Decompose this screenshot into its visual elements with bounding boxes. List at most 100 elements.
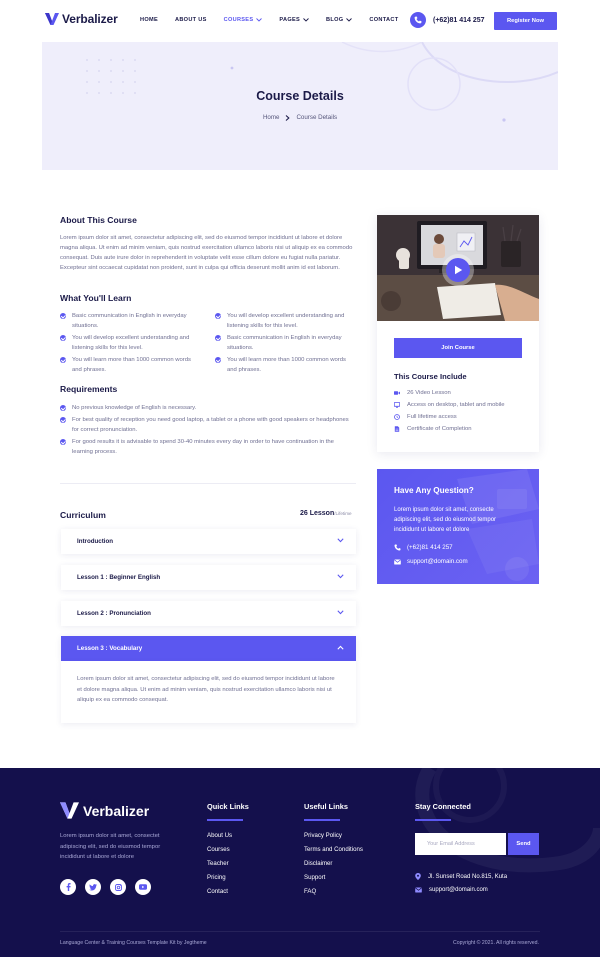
footer-email[interactable]: support@domain.com — [415, 887, 488, 893]
lesson-count: 26 Lesson/Lifetime — [300, 510, 352, 517]
phone-icon — [394, 544, 401, 551]
footer-brand[interactable]: Verbalizer — [60, 801, 149, 820]
page-title: Course Details — [256, 89, 344, 103]
chevron-down-icon — [303, 18, 309, 22]
brand-name: Verbalizer — [62, 12, 118, 26]
chevron-down-icon — [337, 574, 344, 579]
accordion-title: Lesson 3 : Vocabulary — [77, 645, 143, 652]
requirements-list: No previous knowledge of English is nece… — [60, 403, 360, 463]
course-video-thumbnail[interactable] — [377, 215, 539, 321]
logo-mark-icon — [45, 13, 59, 25]
list-item: For good results it is advisable to spen… — [60, 437, 355, 457]
nav-item-about[interactable]: ABOUT US — [175, 17, 207, 23]
newsletter-email-input[interactable]: Your Email Address — [415, 833, 506, 855]
footer-link-faq[interactable]: FAQ — [304, 888, 316, 895]
list-item: You will develop excellent understanding… — [215, 311, 355, 331]
footer-description: Lorem ipsum dolor sit amet, consectet ad… — [60, 833, 161, 860]
stay-connected-heading: Stay Connected — [415, 802, 471, 811]
curriculum-heading: Curriculum — [60, 510, 106, 520]
nav-item-label: ABOUT US — [174, 17, 207, 23]
question-heading: Have Any Question? — [394, 486, 474, 495]
footer-link-courses[interactable]: Courses — [207, 846, 230, 853]
accordion-lesson-introduction[interactable]: Introduction — [61, 529, 356, 554]
main-menu: HOME ABOUT US COURSES PAGES BLOG CONTACT — [140, 17, 415, 23]
check-icon — [60, 417, 66, 423]
nav-item-blog[interactable]: BLOG — [326, 17, 353, 23]
certificate-icon — [394, 426, 400, 432]
top-nav: Verbalizer HOME ABOUT US COURSES PAGES B… — [0, 0, 600, 42]
learn-heading: What You'll Learn — [60, 293, 132, 303]
phone-number: (+62)81 414 257 — [433, 16, 485, 24]
newsletter-send-button[interactable]: Send — [508, 833, 539, 855]
list-item: Basic communication in English in everyd… — [60, 311, 210, 331]
breadcrumb-home[interactable]: Home — [263, 114, 280, 121]
about-text: Lorem ipsum dolor sit amet, consectetur … — [60, 235, 353, 271]
footer-link-pricing[interactable]: Pricing — [207, 874, 226, 881]
check-icon — [60, 357, 66, 363]
footer-link-support[interactable]: Support — [304, 874, 325, 881]
list-item: You will learn more than 1000 common wor… — [215, 355, 355, 375]
check-icon — [60, 439, 66, 445]
list-item: You will learn more than 1000 common wor… — [60, 355, 200, 375]
header-phone[interactable]: (+62)81 414 257 — [410, 12, 485, 28]
check-icon — [215, 313, 221, 319]
accordion-content: Lorem ipsum dolor sit amet, consectetur … — [61, 661, 356, 723]
include-item: Certificate of Completion — [394, 426, 472, 432]
breadcrumb-current: Course Details — [296, 114, 338, 121]
footer-copyright: Copyright © 2021. All rights reserved. — [453, 940, 539, 946]
nav-item-courses[interactable]: COURSES — [224, 17, 263, 23]
footer-link-disclaimer[interactable]: Disclaimer — [304, 860, 332, 867]
footer-link-teacher[interactable]: Teacher — [207, 860, 229, 867]
join-course-button[interactable]: Join Course — [394, 338, 522, 358]
list-item: Basic communication in English in everyd… — [215, 333, 360, 353]
nav-item-label: BLOG — [326, 17, 344, 23]
list-item: You will develop excellent understanding… — [60, 333, 210, 353]
chevron-down-icon — [337, 610, 344, 615]
nav-item-label: PAGES — [279, 17, 301, 23]
nav-item-contact[interactable]: CONTACT — [369, 17, 398, 23]
nav-item-pages[interactable]: PAGES — [279, 17, 309, 23]
requirements-heading: Requirements — [60, 384, 118, 394]
footer-link-contact[interactable]: Contact — [207, 888, 228, 895]
video-icon — [394, 391, 400, 395]
brand-logo[interactable]: Verbalizer — [45, 12, 118, 26]
nav-item-home[interactable]: HOME — [140, 17, 158, 23]
register-button[interactable]: Register Now — [494, 12, 557, 30]
play-button[interactable] — [446, 258, 470, 282]
include-item: 26 Video Lesson — [394, 390, 451, 396]
heading-underline — [415, 819, 451, 821]
check-icon — [60, 405, 66, 411]
footer-link-privacy[interactable]: Privacy Policy — [304, 832, 342, 839]
include-item: Access on desktop, tablet and mobile — [394, 402, 505, 408]
page-hero: Course Details Home Course Details — [42, 42, 558, 170]
instagram-icon[interactable] — [110, 879, 126, 895]
chevron-right-icon — [286, 114, 291, 121]
breadcrumb: Home Course Details — [42, 114, 558, 121]
facebook-icon[interactable] — [60, 879, 76, 895]
list-item: No previous knowledge of English is nece… — [60, 403, 355, 413]
play-icon — [454, 265, 462, 275]
monitor-icon — [394, 402, 400, 408]
mail-icon — [394, 559, 401, 564]
question-text: Lorem ipsum dolor sit amet, consecte adi… — [394, 507, 497, 533]
list-item: For best quality of reception you need g… — [60, 415, 355, 435]
nav-item-label: HOME — [140, 17, 158, 23]
hero-decoration — [86, 42, 558, 122]
location-pin-icon — [415, 873, 421, 880]
twitter-icon[interactable] — [85, 879, 101, 895]
accordion-lesson-1[interactable]: Lesson 1 : Beginner English — [61, 565, 356, 590]
accordion-lesson-3[interactable]: Lesson 3 : Vocabulary — [61, 636, 356, 661]
accordion-lesson-2[interactable]: Lesson 2 : Pronunciation — [61, 601, 356, 626]
nav-item-label: COURSES — [223, 17, 254, 23]
question-phone[interactable]: (+62)81 414 257 — [394, 544, 453, 551]
footer-link-about[interactable]: About Us — [207, 832, 232, 839]
question-email[interactable]: support@domain.com — [394, 558, 468, 565]
check-icon — [215, 335, 221, 341]
include-item: Full lifetime access — [394, 414, 457, 420]
course-sidebar-card: Join Course This Course Include 26 Video… — [377, 215, 539, 452]
youtube-icon[interactable] — [135, 879, 151, 895]
about-heading: About This Course — [60, 215, 137, 225]
footer-link-terms[interactable]: Terms and Conditions — [304, 846, 363, 853]
nav-item-label: CONTACT — [369, 17, 399, 23]
chevron-up-icon — [337, 645, 344, 650]
